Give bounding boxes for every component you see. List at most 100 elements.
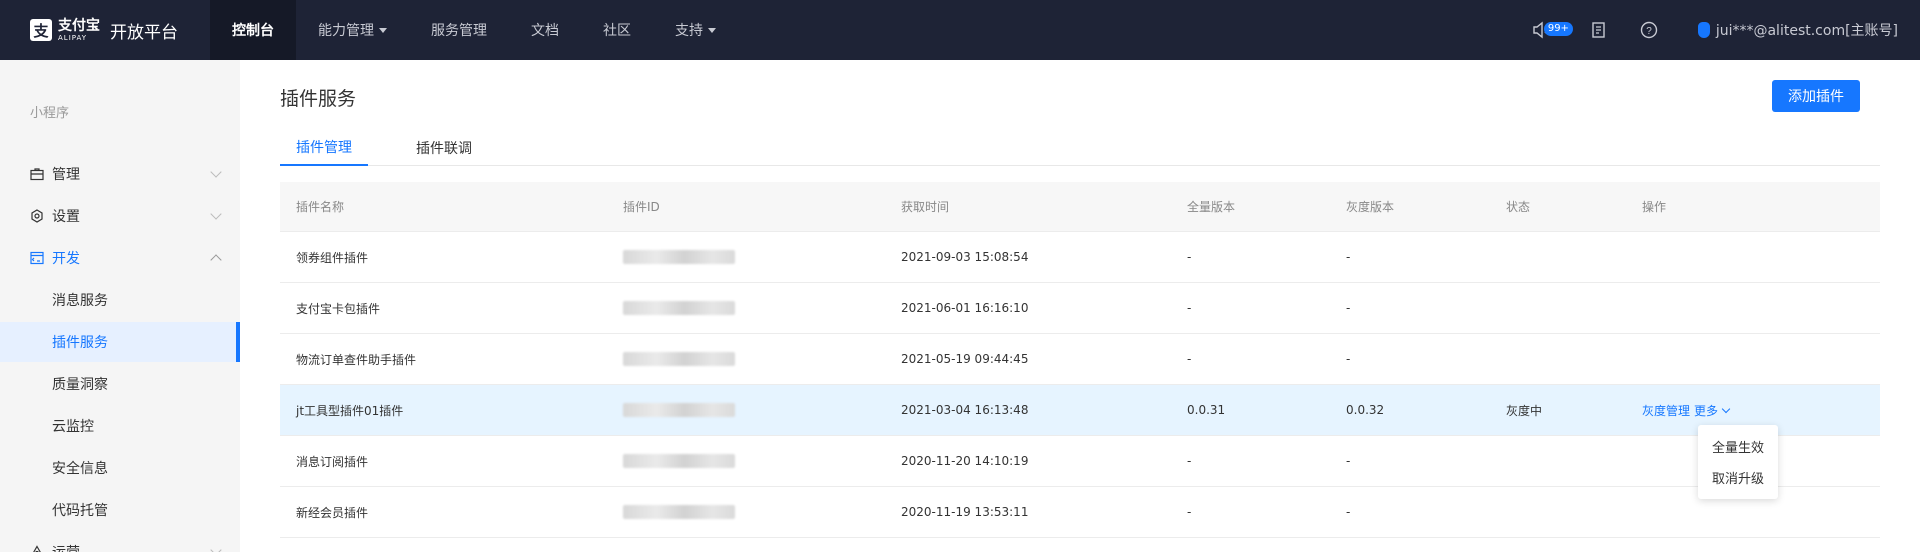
chevron-down-icon: [210, 208, 222, 220]
redacted-id: [623, 250, 735, 265]
plugin-id-redacted: [607, 352, 885, 367]
svg-text:?: ?: [1646, 26, 1652, 37]
plugin-full-version: -: [1187, 352, 1192, 366]
more-label: 更多: [1694, 403, 1719, 418]
more-actions-link[interactable]: 更多: [1694, 403, 1731, 418]
column-header-gray-version: 灰度版本: [1346, 200, 1395, 214]
sidebar-item-label: 设置: [52, 209, 80, 225]
nav-community-label: 社区: [603, 23, 631, 39]
plugin-name: 新经会员插件: [296, 505, 369, 520]
sidebar-item-label: 云监控: [52, 419, 94, 435]
operation-icon: [30, 545, 44, 552]
sidebar: 小程序 管理 设置 开发 消息服务 插件服务 质量洞察 云监控 安全信息 代码托…: [0, 60, 240, 552]
table-row: 领券组件插件 2021-09-03 15:08:54 - -: [280, 232, 1880, 283]
plugin-name: 消息订阅插件: [296, 454, 369, 469]
chevron-up-icon: [210, 254, 222, 266]
table-row: 支付宝卡包插件 2021-06-01 16:16:10 - -: [280, 283, 1880, 334]
top-navbar: 支 支付宝 ALIPAY 开放平台 控制台 能力管理 服务管理 文档 社区 支持…: [0, 0, 1920, 60]
sidebar-item-operation[interactable]: 运营: [0, 532, 240, 552]
tab-plugin-debug[interactable]: 插件联调: [400, 130, 488, 166]
table-row: 物流订单查件助手插件 2021-05-19 09:44:45 - -: [280, 334, 1880, 385]
logo-en: ALIPAY: [58, 33, 88, 42]
table-row: 消息订阅插件 2020-11-20 14:10:19 - -: [280, 436, 1880, 487]
plugin-full-version: -: [1187, 505, 1192, 519]
tab-bar: 插件管理 插件联调: [280, 130, 1880, 166]
menu-item-cancel-upgrade[interactable]: 取消升级: [1698, 462, 1778, 493]
top-right-tools: 99+ ? jui***@alitest.com[主账号]: [1502, 0, 1920, 60]
logo-cn: 支付宝: [58, 17, 100, 34]
nav-support[interactable]: 支持: [653, 0, 738, 60]
sidebar-item-settings[interactable]: 设置: [0, 196, 240, 236]
gray-manage-link[interactable]: 灰度管理: [1642, 404, 1690, 418]
nav-service[interactable]: 服务管理: [409, 0, 509, 60]
sidebar-item-plugin-service[interactable]: 插件服务: [0, 322, 240, 362]
notification-speaker-icon[interactable]: 99+: [1530, 19, 1573, 41]
redacted-id: [623, 352, 735, 367]
column-header-id: 插件ID: [623, 200, 660, 214]
table-row: jt工具型插件01插件 2021-03-04 16:13:48 0.0.31 0…: [280, 385, 1880, 436]
logo[interactable]: 支 支付宝 ALIPAY 开放平台: [0, 0, 210, 60]
plugin-full-version: -: [1187, 250, 1192, 264]
nav-community[interactable]: 社区: [581, 0, 653, 60]
platform-title: 开放平台: [110, 22, 178, 43]
chevron-down-icon: [210, 544, 222, 552]
plugin-gray-version: -: [1346, 505, 1351, 519]
plugin-gray-version: -: [1346, 454, 1351, 468]
sidebar-item-security-info[interactable]: 安全信息: [0, 448, 240, 488]
nav-docs-label: 文档: [531, 23, 559, 39]
add-plugin-button[interactable]: 添加插件: [1772, 80, 1860, 112]
sidebar-item-quality-insight[interactable]: 质量洞察: [0, 364, 240, 404]
redacted-id: [623, 505, 735, 520]
plugin-id-redacted: [607, 403, 885, 418]
tab-plugin-management[interactable]: 插件管理: [280, 130, 368, 166]
plugin-full-version: -: [1187, 301, 1192, 315]
help-icon[interactable]: ?: [1638, 19, 1660, 41]
plugin-name: jt工具型插件01插件: [296, 403, 404, 418]
sidebar-item-manage[interactable]: 管理: [0, 154, 240, 194]
sidebar-item-label: 代码托管: [52, 503, 108, 519]
main-nav: 控制台 能力管理 服务管理 文档 社区 支持: [210, 0, 738, 60]
plugin-gray-version: -: [1346, 301, 1351, 315]
notification-badge: 99+: [1543, 22, 1573, 36]
plugin-time: 2021-06-01 16:16:10: [901, 301, 1029, 315]
sidebar-item-label: 消息服务: [52, 293, 108, 309]
redacted-id: [623, 403, 735, 418]
user-account-menu[interactable]: jui***@alitest.com[主账号]: [1697, 20, 1898, 40]
sidebar-item-label: 管理: [52, 167, 80, 183]
user-avatar-icon: [1697, 22, 1710, 38]
nav-capability[interactable]: 能力管理: [296, 0, 409, 60]
code-window-icon: [30, 251, 44, 265]
column-header-time: 获取时间: [901, 200, 950, 214]
redacted-id: [623, 454, 735, 469]
plugin-time: 2021-03-04 16:13:48: [901, 403, 1029, 417]
plugin-name: 领券组件插件: [296, 250, 369, 265]
sidebar-item-develop[interactable]: 开发: [0, 238, 240, 278]
nav-console[interactable]: 控制台: [210, 0, 296, 60]
plugin-time: 2020-11-20 14:10:19: [901, 454, 1029, 468]
nav-support-label: 支持: [675, 23, 703, 39]
nav-console-label: 控制台: [232, 23, 274, 39]
plugin-full-version: 0.0.31: [1187, 403, 1226, 417]
plugin-full-version: -: [1187, 454, 1192, 468]
sidebar-item-cloud-monitor[interactable]: 云监控: [0, 406, 240, 446]
caret-down-icon: [379, 27, 387, 33]
plugin-gray-version: 0.0.32: [1346, 403, 1385, 417]
plugin-name: 支付宝卡包插件: [296, 301, 381, 316]
sidebar-item-label: 安全信息: [52, 461, 108, 477]
logo-text: 支付宝 ALIPAY: [58, 19, 100, 42]
plugin-id-redacted: [607, 505, 885, 520]
sidebar-item-message-service[interactable]: 消息服务: [0, 280, 240, 320]
nav-docs[interactable]: 文档: [509, 0, 581, 60]
chevron-down-icon: [1721, 404, 1731, 413]
menu-item-full-release[interactable]: 全量生效: [1698, 431, 1778, 462]
document-icon[interactable]: [1588, 19, 1610, 41]
sidebar-section-title: 小程序: [30, 106, 70, 121]
table-header: 插件名称 插件ID 获取时间 全量版本 灰度版本 状态 操作: [280, 182, 1880, 232]
column-header-full-version: 全量版本: [1187, 200, 1236, 214]
briefcase-icon: [30, 167, 44, 181]
plugin-gray-version: -: [1346, 352, 1351, 366]
caret-down-icon: [708, 27, 716, 33]
sidebar-item-label: 插件服务: [52, 335, 108, 351]
sidebar-item-code-hosting[interactable]: 代码托管: [0, 490, 240, 530]
plugin-table: 插件名称 插件ID 获取时间 全量版本 灰度版本 状态 操作 领券组件插件 20…: [280, 182, 1880, 538]
